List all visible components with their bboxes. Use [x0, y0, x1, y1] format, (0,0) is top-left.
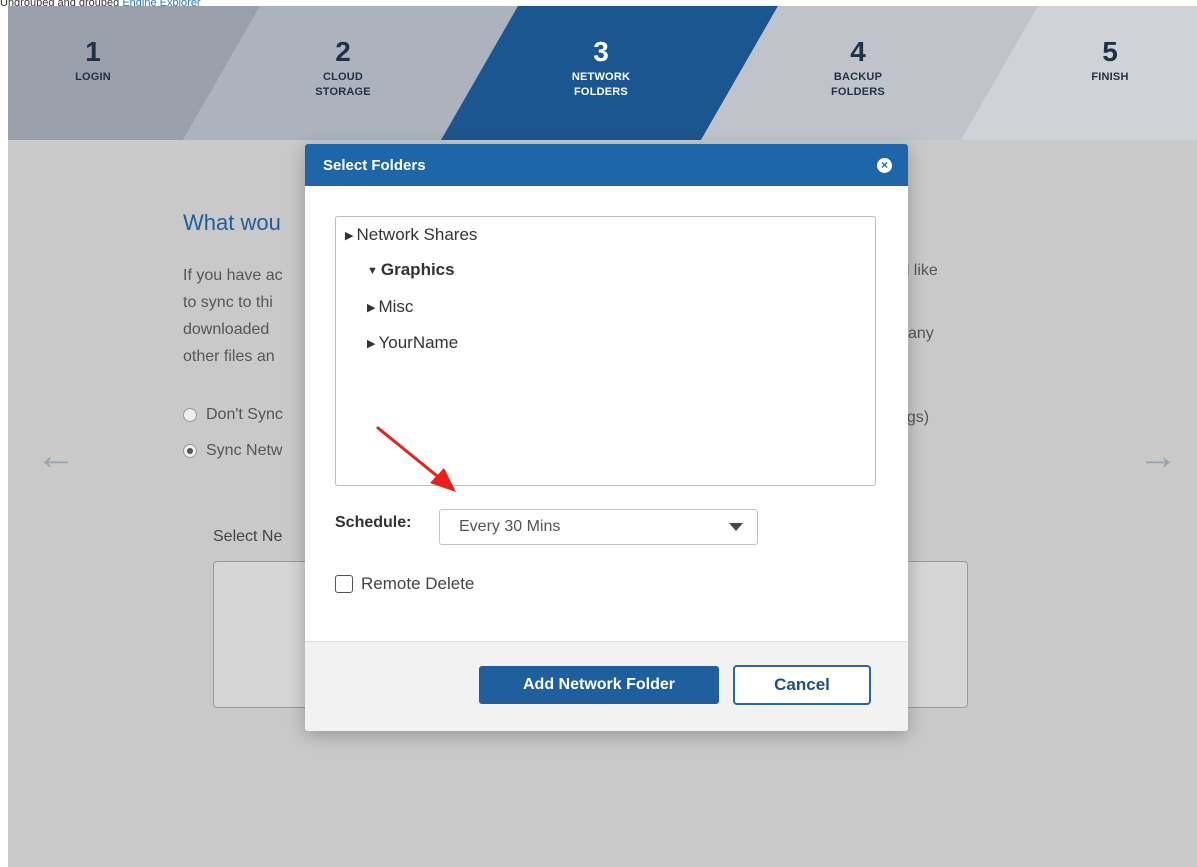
tree-item-yourname[interactable]: ▶ YourName	[367, 333, 458, 354]
radio-button[interactable]	[183, 408, 197, 422]
page-title: What wou	[183, 210, 281, 235]
dialog-footer: Add Network Folder Cancel	[305, 641, 908, 731]
step-cloud-storage[interactable]: 2 CLOUD STORAGE	[263, 6, 423, 100]
radio-button-selected[interactable]	[183, 444, 197, 458]
step-number: 3	[593, 36, 609, 67]
cancel-button[interactable]: Cancel	[733, 665, 871, 705]
step-number: 4	[850, 36, 866, 67]
schedule-value: Every 30 Mins	[459, 518, 561, 535]
dialog-title: Select Folders	[323, 156, 426, 174]
arrow-left-icon[interactable]: ←	[36, 434, 76, 479]
tree-item-misc[interactable]: ▶ Misc	[367, 297, 413, 318]
step-network-folders[interactable]: 3 NETWORK FOLDERS	[521, 6, 681, 100]
remote-delete-label: Remote Delete	[361, 574, 475, 593]
dialog-header: Select Folders ×	[305, 144, 908, 186]
step-label: NETWORK FOLDERS	[571, 71, 631, 98]
add-network-folder-button[interactable]: Add Network Folder	[479, 666, 719, 704]
tree-item-label: Network Shares	[356, 225, 478, 244]
caret-right-icon[interactable]: ▶	[367, 334, 375, 354]
wizard-steps: 1 LOGIN 2 CLOUD STORAGE 3 NETWORK FOLDER…	[8, 6, 1197, 140]
schedule-label: Schedule:	[335, 514, 412, 531]
tree-item-graphics[interactable]: ▼ Graphics	[367, 260, 455, 281]
step-label: FINISH	[1091, 71, 1129, 83]
chevron-down-icon	[729, 523, 743, 531]
step-finish[interactable]: 5 FINISH	[1030, 6, 1190, 85]
tree-item-label: YourName	[378, 333, 459, 352]
para-line-right: any	[908, 325, 934, 342]
arrow-right-icon[interactable]: →	[1138, 434, 1178, 479]
step-label: LOGIN	[75, 71, 111, 83]
caret-right-icon[interactable]: ▶	[345, 226, 353, 246]
remote-delete-checkbox[interactable]	[335, 575, 353, 593]
tree-item-network-shares[interactable]: ▶ Network Shares	[345, 225, 477, 246]
step-number: 1	[85, 36, 101, 67]
step-label: CLOUD STORAGE	[315, 71, 371, 98]
annotation-arrow-icon	[376, 426, 456, 492]
select-network-label: Select Ne	[213, 528, 283, 545]
close-icon[interactable]: ×	[877, 157, 892, 173]
step-number: 5	[1102, 36, 1118, 67]
schedule-select[interactable]: Every 30 Mins	[439, 509, 758, 545]
step-number: 2	[335, 36, 351, 67]
tree-item-label: Graphics	[380, 260, 455, 279]
step-backup-folders[interactable]: 4 BACKUP FOLDERS	[778, 6, 938, 100]
radio-sync-network[interactable]: Sync Netw	[183, 442, 282, 460]
radio-dont-sync[interactable]: Don't Sync	[183, 406, 283, 424]
caret-down-icon[interactable]: ▼	[367, 261, 378, 281]
radio-label: Don't Sync	[206, 406, 283, 423]
caret-right-icon[interactable]: ▶	[367, 298, 375, 318]
radio-label: Sync Netw	[206, 442, 283, 459]
tree-item-label: Misc	[378, 297, 414, 316]
step-label: BACKUP FOLDERS	[831, 71, 885, 98]
step-login[interactable]: 1 LOGIN	[13, 6, 173, 85]
remote-delete-option[interactable]: Remote Delete	[335, 574, 474, 594]
